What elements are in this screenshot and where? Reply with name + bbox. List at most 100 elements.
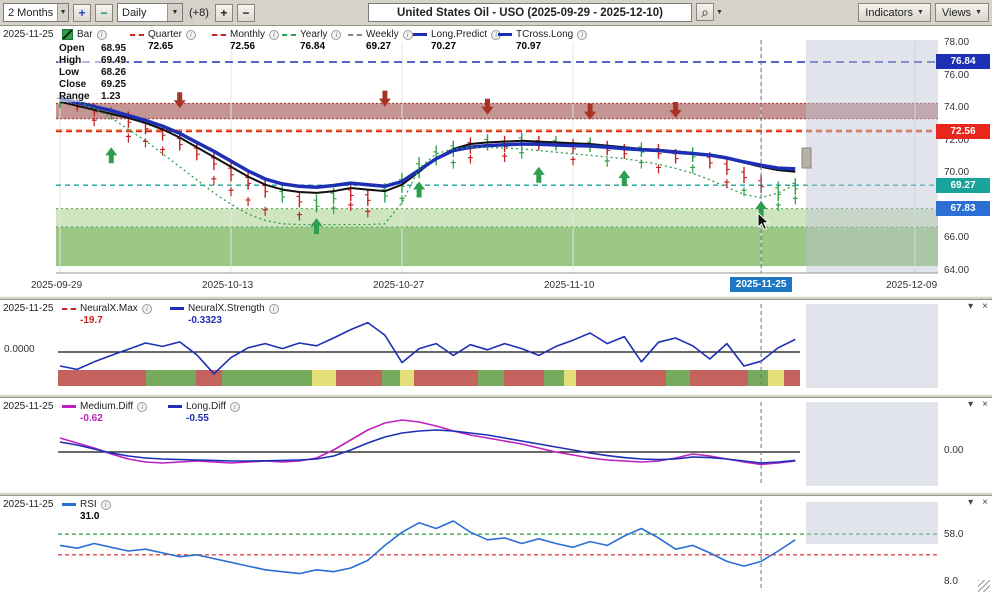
add-indicator-button[interactable]: +	[73, 4, 91, 22]
ohlc-value: 69.49	[101, 55, 126, 66]
legend-value: 70.27	[431, 41, 456, 52]
panel-date: 2025-11-25	[3, 499, 53, 510]
series-swatch	[498, 33, 512, 36]
neuralx-panel: 2025-11-25 0.0000 ▾ × NeuralX.Maxi-19.7N…	[0, 300, 992, 394]
ohlc-key: High	[59, 55, 95, 66]
trading-app-window: 2 Months ▼ + − Daily ▼ (+8) + − United S…	[0, 0, 992, 594]
y-axis-label: 70.00	[944, 167, 969, 178]
info-icon[interactable]: i	[186, 30, 196, 40]
price-tag-67.83: 67.83	[936, 201, 990, 216]
close-panel-button[interactable]: ×	[982, 497, 988, 508]
resize-grip[interactable]	[978, 580, 990, 592]
info-icon[interactable]: i	[331, 30, 341, 40]
collapse-panel-button[interactable]: ▾	[968, 497, 973, 508]
panel-date: 2025-11-25	[3, 303, 53, 314]
legend-item-tcross-long: TCross.Long i	[498, 29, 587, 40]
info-icon[interactable]: i	[269, 30, 279, 40]
range-select[interactable]: 2 Months ▼	[3, 3, 69, 22]
x-axis-label: 2025-10-13	[202, 280, 253, 291]
x-axis-label: 2025-11-10	[544, 280, 594, 291]
info-icon[interactable]: i	[403, 30, 413, 40]
legend-label: TCross.Long	[516, 29, 573, 40]
panel-controls: ▾ ×	[968, 399, 988, 410]
views-button[interactable]: Views ▼	[935, 3, 989, 22]
ohlc-key: Low	[59, 67, 95, 78]
indicators-button[interactable]: Indicators ▼	[858, 3, 931, 22]
search-icon: ⌕	[701, 4, 709, 21]
panel-controls: ▾ ×	[968, 301, 988, 312]
chevron-down-icon: ▼	[975, 9, 982, 16]
info-icon[interactable]: i	[577, 30, 587, 40]
info-icon[interactable]: i	[269, 304, 279, 314]
remove-indicator-button[interactable]: −	[95, 4, 113, 22]
panel-controls: ▾ ×	[968, 497, 988, 508]
period-select[interactable]: Daily ▼	[117, 3, 183, 22]
neuralx-chart[interactable]	[0, 300, 992, 394]
diff-chart[interactable]	[0, 398, 992, 492]
legend-item-medium-diff: Medium.Diffi	[62, 401, 147, 412]
x-axis-label: 2025-10-27	[373, 280, 424, 291]
collapse-panel-button[interactable]: ▾	[968, 301, 973, 312]
legend-value: -0.3323	[188, 315, 222, 326]
legend-item-neuralx-strength: NeuralX.Strength i	[170, 303, 279, 314]
chevron-down-icon: ▼	[167, 4, 182, 21]
legend-item-monthly: Monthly i	[212, 29, 279, 40]
minus-icon: −	[242, 6, 249, 20]
legend-item-long-diff: Long.Diff i	[168, 401, 240, 412]
period-select-value: Daily	[122, 7, 146, 19]
price-chart-panel: 2025-11-25 Bar i Open68.95 High69.49 Low…	[0, 26, 992, 296]
legend-item-quarter: Quarter i	[130, 29, 196, 40]
series-swatch	[212, 34, 226, 36]
plus-icon: +	[220, 6, 227, 20]
zoom-out-button[interactable]: −	[237, 4, 255, 22]
rsi-panel: 2025-11-25 58.0 8.0 ▾ × RSIi31.0	[0, 496, 992, 594]
y-axis-label: 76.00	[944, 70, 969, 81]
zoom-in-button[interactable]: +	[215, 4, 233, 22]
views-label: Views	[942, 7, 971, 19]
x-axis-label: 2025-12-09	[886, 280, 937, 291]
legend-value: -0.62	[80, 413, 103, 424]
info-icon[interactable]: i	[142, 304, 152, 314]
search-button[interactable]: ⌕	[696, 3, 714, 21]
legend-value: 72.56	[230, 41, 255, 52]
zero-value-label: 0.00	[944, 445, 963, 456]
legend-item-long-predict: Long.Predicti	[413, 29, 501, 40]
series-swatch	[62, 503, 76, 506]
ohlc-value: 69.25	[101, 79, 126, 90]
ohlc-readout: Open68.95 High69.49 Low68.26 Close69.25 …	[58, 43, 127, 103]
search-dropdown-icon[interactable]: ▼	[716, 9, 723, 16]
info-icon[interactable]: i	[101, 500, 111, 510]
y-axis-label: 64.00	[944, 265, 969, 276]
diff-panel: 2025-11-25 0.00 ▾ × Medium.Diffi-0.62 Lon…	[0, 398, 992, 492]
legend-value: 69.27	[366, 41, 391, 52]
ohlc-row: High 69.49	[58, 55, 127, 66]
legend-label: Long.Diff	[186, 401, 226, 412]
legend-item-neuralx-max: NeuralX.Max i	[62, 303, 152, 314]
legend-item-bar: Bar i	[62, 29, 107, 40]
bar-series-icon	[62, 29, 73, 40]
collapse-panel-button[interactable]: ▾	[968, 399, 973, 410]
chart-title: United States Oil - USO (2025-09-29 - 20…	[368, 3, 692, 22]
legend-label: NeuralX.Strength	[188, 303, 265, 314]
info-icon[interactable]: i	[230, 402, 240, 412]
minus-icon: −	[100, 6, 107, 20]
rsi-chart[interactable]	[0, 496, 992, 594]
legend-label: Weekly	[366, 29, 399, 40]
cursor-date: 2025-11-25	[3, 29, 53, 40]
legend-label: Monthly	[230, 29, 265, 40]
close-panel-button[interactable]: ×	[982, 399, 988, 410]
legend-value: 76.84	[300, 41, 325, 52]
legend-label: Quarter	[148, 29, 182, 40]
price-chart[interactable]	[0, 26, 992, 296]
info-icon[interactable]: i	[137, 402, 147, 412]
close-panel-button[interactable]: ×	[982, 301, 988, 312]
series-swatch	[168, 405, 182, 408]
offset-label: (+8)	[187, 7, 211, 19]
panel-date: 2025-11-25	[3, 401, 53, 412]
series-swatch	[170, 307, 184, 310]
legend-label: NeuralX.Max	[80, 303, 138, 314]
info-icon[interactable]: i	[97, 30, 107, 40]
chevron-down-icon: ▼	[57, 4, 68, 21]
legend-item-weekly: Weeklyi	[348, 29, 413, 40]
ohlc-key: Close	[59, 79, 95, 90]
